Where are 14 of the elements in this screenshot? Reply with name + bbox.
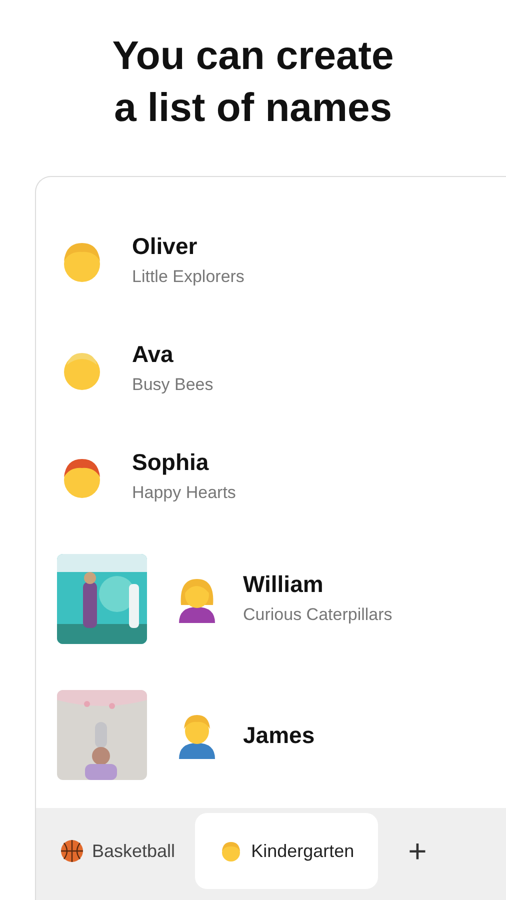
tab[interactable]: Basketball [46,813,190,889]
group-name: Little Explorers [132,266,244,288]
group-name: Happy Hearts [132,482,236,504]
tab[interactable]: Kindergarten [195,813,378,889]
basketball-icon [60,839,84,863]
person-name: Sophia [132,448,210,476]
person-name: Ava [132,340,174,368]
group-name: Curious Caterpillars [243,604,392,626]
person-name: William [243,570,324,598]
person-name: Oliver [132,232,198,260]
add-button[interactable]: + [384,813,451,889]
group-name: Busy Bees [132,374,214,396]
person-name: James [243,721,315,749]
headline: You can create a list of names [111,33,395,132]
